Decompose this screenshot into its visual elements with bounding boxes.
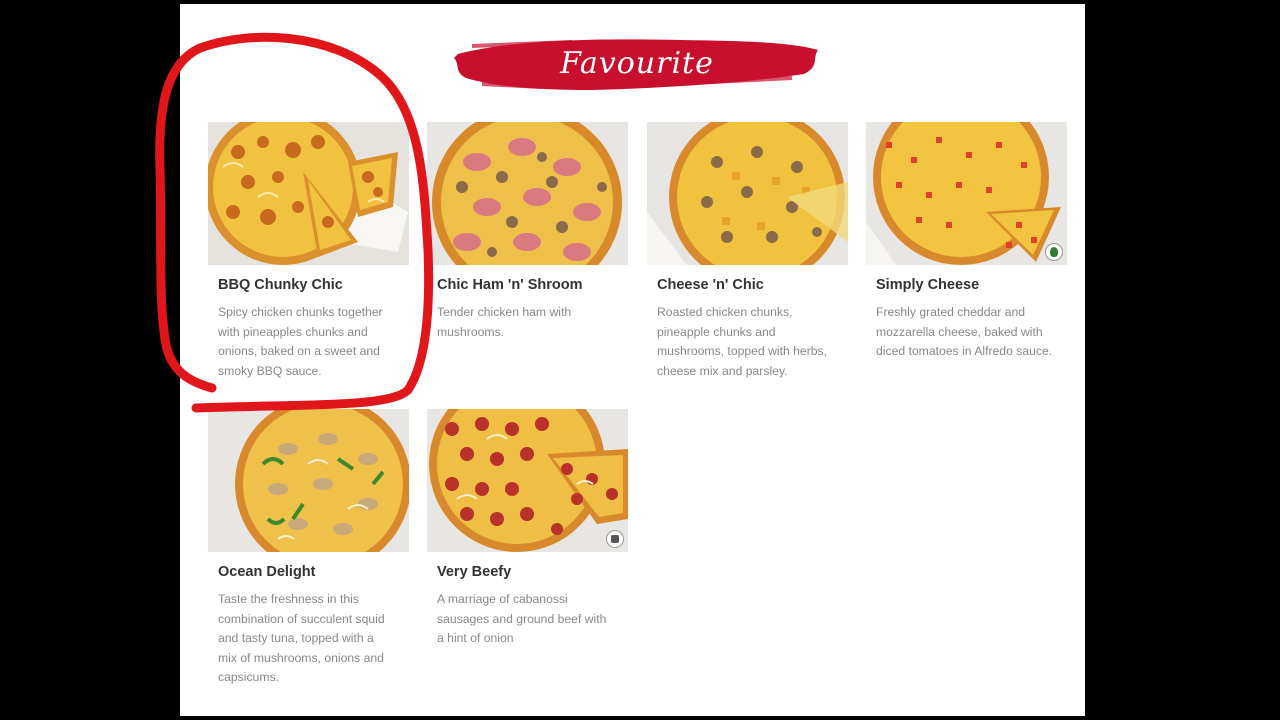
pizza-image	[866, 122, 1067, 265]
item-description: Tender chicken ham with mushrooms.	[437, 305, 572, 339]
pizza-image	[427, 122, 628, 265]
vegetarian-icon	[1045, 243, 1063, 261]
menu-item-very-beefy[interactable]: Very Beefy A marriage of cabanossi sausa…	[427, 409, 628, 649]
beef-icon	[606, 530, 624, 548]
item-name: BBQ Chunky Chic	[218, 277, 343, 293]
item-name: Very Beefy	[437, 564, 512, 580]
item-name: Ocean Delight	[218, 564, 316, 580]
menu-item-simply-cheese[interactable]: Simply Cheese Freshly grated cheddar and…	[866, 122, 1067, 362]
item-name: Simply Cheese	[876, 277, 980, 293]
pizza-image	[208, 409, 409, 552]
menu-page: Favourite BBQ Chunky Chic Spicy chicken …	[180, 4, 1085, 716]
item-description: Roasted chicken chunks, pineapple chunks…	[657, 305, 828, 378]
pizza-image	[647, 122, 848, 265]
section-banner: Favourite	[452, 32, 822, 96]
menu-item-cheese-n-chic[interactable]: Cheese 'n' Chic Roasted chicken chunks, …	[647, 122, 848, 381]
pizza-image	[427, 409, 628, 552]
item-description: Taste the freshness in this combination …	[218, 592, 385, 684]
menu-item-chic-ham-n-shroom[interactable]: Chic Ham 'n' Shroom Tender chicken ham w…	[427, 122, 628, 342]
item-description: Spicy chicken chunks together with pinea…	[218, 305, 383, 378]
pizza-image	[208, 122, 409, 265]
menu-item-ocean-delight[interactable]: Ocean Delight Taste the freshness in thi…	[208, 409, 409, 688]
item-name: Chic Ham 'n' Shroom	[437, 277, 583, 293]
menu-item-bbq-chunky-chic[interactable]: BBQ Chunky Chic Spicy chicken chunks tog…	[208, 122, 409, 381]
item-description: Freshly grated cheddar and mozzarella ch…	[876, 305, 1053, 358]
item-name: Cheese 'n' Chic	[657, 277, 764, 293]
item-description: A marriage of cabanossi sausages and gro…	[437, 592, 607, 645]
section-title: Favourite	[560, 46, 714, 81]
